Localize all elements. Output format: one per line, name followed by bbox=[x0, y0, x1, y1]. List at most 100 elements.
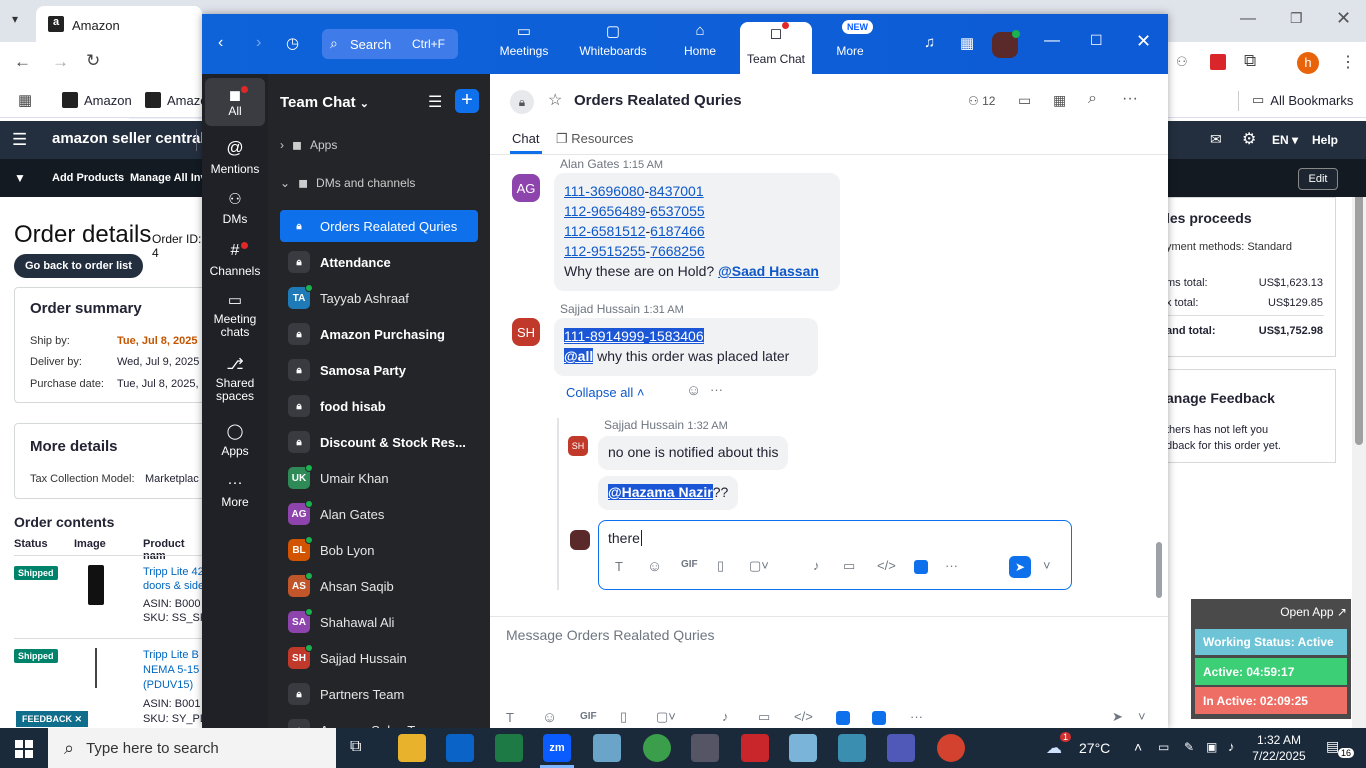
collapse-all-link[interactable]: Collapse all ˄ bbox=[566, 385, 644, 400]
sidebar-item[interactable]: AS Ahsan Saqib bbox=[280, 570, 478, 602]
back-to-order-list-button[interactable]: Go back to order list bbox=[14, 254, 143, 278]
mention[interactable]: @all bbox=[564, 348, 594, 364]
emoji-icon[interactable]: ☺ bbox=[542, 709, 557, 726]
pen-icon[interactable]: ✎ bbox=[1184, 740, 1194, 754]
network-icon[interactable]: ▣ bbox=[1206, 740, 1217, 754]
filezilla-icon[interactable] bbox=[741, 734, 769, 762]
extension-icon[interactable]: ⚇ bbox=[1176, 54, 1188, 70]
member-count[interactable]: ⚇ 12 bbox=[968, 94, 995, 108]
send-icon[interactable]: ➤ bbox=[1112, 709, 1123, 725]
maximize-icon[interactable]: ☐ bbox=[1090, 32, 1103, 49]
task-view-icon[interactable]: ⧉ bbox=[350, 738, 361, 756]
rail-meeting-chats[interactable]: ▭ Meeting chats bbox=[205, 293, 265, 339]
video-message-icon[interactable]: ▭ bbox=[758, 709, 770, 725]
file-icon[interactable]: ▯ bbox=[620, 709, 627, 725]
sidebar-item[interactable]: 🔒︎ Amazon Purchasing bbox=[280, 318, 478, 350]
more-icon[interactable]: ··· bbox=[710, 382, 723, 397]
sidebar-item[interactable]: SA Shahawal Ali bbox=[280, 606, 478, 638]
filter-icon[interactable]: ☰ bbox=[428, 92, 442, 112]
search-icon[interactable]: ⌕ bbox=[1088, 90, 1097, 108]
tab-more[interactable]: ··· More NEW bbox=[828, 20, 873, 58]
sidebar-item[interactable]: 🔒︎ Discount & Stock Res... bbox=[280, 426, 478, 458]
order-link[interactable]: 1583406 bbox=[649, 328, 704, 344]
code-icon[interactable]: </> bbox=[877, 558, 896, 573]
calculator-icon[interactable] bbox=[691, 734, 719, 762]
rail-mentions[interactable]: @ Mentions bbox=[205, 138, 265, 176]
rail-shared-spaces[interactable]: ⎇ Shared spaces bbox=[205, 357, 265, 403]
app-icon[interactable] bbox=[593, 734, 621, 762]
screenshot-icon[interactable]: ▢˅ bbox=[749, 558, 769, 574]
seller-central-logo[interactable]: amazon seller central bbox=[52, 130, 205, 147]
microphone-icon[interactable]: ♪ bbox=[813, 558, 820, 573]
emoji-react-icon[interactable]: ☺ bbox=[686, 382, 701, 399]
rail-more[interactable]: ··· More bbox=[205, 474, 265, 509]
temperature[interactable]: 27°C bbox=[1079, 740, 1110, 756]
sidebar-item[interactable]: BL Bob Lyon bbox=[280, 534, 478, 566]
open-app-link[interactable]: Open App ↗ bbox=[1280, 605, 1347, 619]
language-selector[interactable]: EN ▾ bbox=[1272, 133, 1298, 147]
dms-channels-section[interactable]: ⌄ ◼ DMs and channels bbox=[280, 176, 415, 190]
restore-icon[interactable]: ❐ bbox=[1290, 10, 1303, 27]
order-link[interactable]: 112-6581512 bbox=[564, 223, 645, 239]
chevron-up-icon[interactable]: ˄ bbox=[1134, 739, 1142, 755]
order-link[interactable]: 6187466 bbox=[650, 223, 705, 239]
order-link[interactable]: 6537055 bbox=[650, 203, 705, 219]
page-scrollbar[interactable] bbox=[1352, 121, 1366, 728]
product-link[interactable]: Tripp Lite 42 doors & side bbox=[143, 565, 204, 593]
order-link[interactable]: 112-9656489 bbox=[564, 203, 645, 219]
bookmark-amazon-2[interactable]: Amazo bbox=[145, 92, 207, 108]
zoom-app-icon[interactable]: zm bbox=[543, 734, 571, 762]
tab-chat[interactable]: Chat bbox=[512, 131, 539, 146]
outlook-icon[interactable] bbox=[446, 734, 474, 762]
gif-icon[interactable]: GIF bbox=[681, 559, 698, 570]
sidebar-item[interactable]: TA Tayyab Ashraaf bbox=[280, 282, 478, 314]
chrome-profile-icon[interactable] bbox=[937, 734, 965, 762]
hamburger-icon[interactable]: ☰ bbox=[12, 130, 27, 150]
order-link[interactable]: 111-8914999 bbox=[564, 328, 645, 344]
mention[interactable]: @Hazama Nazir bbox=[608, 484, 713, 500]
rail-all[interactable]: ◼ All bbox=[205, 78, 265, 126]
forward-icon[interactable]: › bbox=[256, 34, 261, 52]
apps-grid-icon[interactable]: ▦ bbox=[18, 91, 32, 109]
reload-icon[interactable]: ↻ bbox=[86, 51, 100, 71]
emoji-icon[interactable]: ☺ bbox=[647, 558, 662, 575]
close-icon[interactable]: ✕ bbox=[1336, 8, 1351, 29]
taskbar-search[interactable]: ⌕ Type here to search bbox=[48, 728, 336, 768]
format-text-icon[interactable]: T bbox=[615, 559, 623, 574]
minimize-icon[interactable]: — bbox=[1044, 32, 1060, 50]
format-text-icon[interactable]: T bbox=[506, 710, 514, 725]
sidebar-item[interactable]: 🔒︎Amazon Sales Team bbox=[280, 714, 478, 728]
gif-icon[interactable]: GIF bbox=[580, 711, 597, 722]
profile-avatar[interactable]: h bbox=[1297, 52, 1319, 74]
star-icon[interactable]: ☆ bbox=[548, 90, 562, 110]
forward-icon[interactable]: → bbox=[52, 52, 69, 72]
video-message-icon[interactable]: ▭ bbox=[843, 558, 855, 574]
excel-icon[interactable] bbox=[495, 734, 523, 762]
sidebar-item[interactable]: SH Sajjad Hussain bbox=[280, 642, 478, 674]
message-input[interactable]: Message Orders Realated Quries bbox=[506, 627, 715, 643]
chat-scrollbar[interactable] bbox=[1156, 542, 1162, 598]
bookmark-amazon[interactable]: Amazon bbox=[62, 92, 132, 108]
sidebar-title[interactable]: Team Chat ⌄ bbox=[280, 94, 369, 111]
app-icon[interactable] bbox=[836, 711, 850, 725]
rail-channels[interactable]: # Channels bbox=[205, 242, 265, 278]
minimize-icon[interactable]: — bbox=[1240, 10, 1256, 28]
more-icon[interactable]: ··· bbox=[1122, 90, 1138, 108]
send-icon[interactable]: ➤ bbox=[1009, 556, 1031, 578]
sidebar-item[interactable]: UK Umair Khan bbox=[280, 462, 478, 494]
calendar-icon[interactable]: ▦ bbox=[960, 34, 974, 52]
channel-title[interactable]: Orders Realated Quries bbox=[574, 92, 742, 109]
microphone-icon[interactable]: ♪ bbox=[722, 709, 729, 724]
tab-resources[interactable]: ❐ Resources bbox=[556, 131, 633, 147]
profile-avatar[interactable] bbox=[992, 30, 1020, 58]
add-products-link[interactable]: Add Products bbox=[52, 172, 124, 184]
tab-whiteboards[interactable]: ▢ Whiteboards bbox=[574, 22, 652, 58]
mention[interactable]: @Saad Hassan bbox=[718, 263, 819, 279]
tab-meetings[interactable]: ▭ Meetings bbox=[496, 22, 552, 58]
mail-icon[interactable]: ✉ bbox=[1210, 131, 1222, 148]
app-icon[interactable] bbox=[838, 734, 866, 762]
weather-icon[interactable]: ☁ bbox=[1046, 738, 1062, 758]
app-icon[interactable] bbox=[789, 734, 817, 762]
sidebar-item[interactable]: 🔒︎ food hisab bbox=[280, 390, 478, 422]
bell-icon[interactable]: ♫ bbox=[924, 34, 935, 51]
